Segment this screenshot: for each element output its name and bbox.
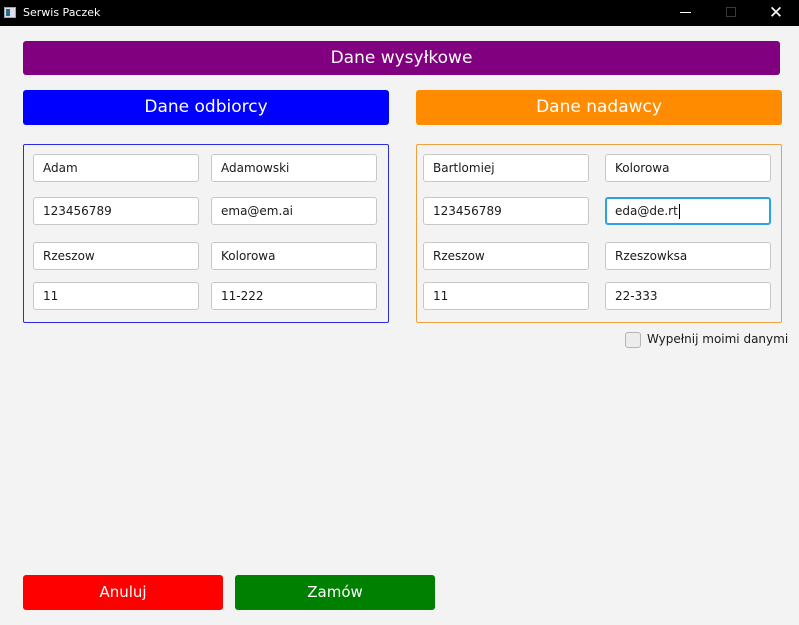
- sender-header: Dane nadawcy: [416, 90, 782, 125]
- recipient-first-name-field[interactable]: Adam: [33, 154, 199, 182]
- app-icon: [4, 7, 16, 18]
- recipient-phone-field[interactable]: 123456789: [33, 197, 199, 225]
- recipient-postal-code-field[interactable]: 11-222: [211, 282, 377, 310]
- order-button[interactable]: Zamów: [235, 575, 435, 610]
- window-title: Serwis Paczek: [23, 6, 101, 19]
- shipping-data-header: Dane wysyłkowe: [23, 41, 780, 75]
- sender-city-field[interactable]: Rzeszow: [423, 242, 589, 270]
- cancel-button[interactable]: Anuluj: [23, 575, 223, 610]
- minimize-icon: [680, 12, 691, 13]
- close-icon: ✕: [768, 3, 784, 23]
- recipient-city-field[interactable]: Rzeszow: [33, 242, 199, 270]
- sender-postal-code-field[interactable]: 22-333: [605, 282, 771, 310]
- maximize-button[interactable]: [708, 0, 754, 26]
- recipient-header: Dane odbiorcy: [23, 90, 389, 125]
- maximize-icon: [726, 7, 736, 17]
- sender-last-name-field[interactable]: Kolorowa: [605, 154, 771, 182]
- sender-email-field[interactable]: eda@de.rt: [605, 197, 771, 225]
- title-bar: Serwis Paczek ✕: [0, 0, 799, 26]
- fill-with-my-data-label[interactable]: Wypełnij moimi danymi: [647, 332, 788, 346]
- recipient-street-field[interactable]: Kolorowa: [211, 242, 377, 270]
- recipient-email-field[interactable]: ema@em.ai: [211, 197, 377, 225]
- recipient-last-name-field[interactable]: Adamowski: [211, 154, 377, 182]
- sender-house-number-field[interactable]: 11: [423, 282, 589, 310]
- sender-phone-field[interactable]: 123456789: [423, 197, 589, 225]
- recipient-house-number-field[interactable]: 11: [33, 282, 199, 310]
- minimize-button[interactable]: [662, 0, 708, 26]
- fill-with-my-data-checkbox[interactable]: [625, 332, 641, 348]
- sender-street-field[interactable]: Rzeszowksa: [605, 242, 771, 270]
- sender-email-value: eda@de.rt: [615, 204, 678, 218]
- close-button[interactable]: ✕: [753, 0, 799, 26]
- text-caret: [678, 204, 680, 219]
- sender-first-name-field[interactable]: Bartlomiej: [423, 154, 589, 182]
